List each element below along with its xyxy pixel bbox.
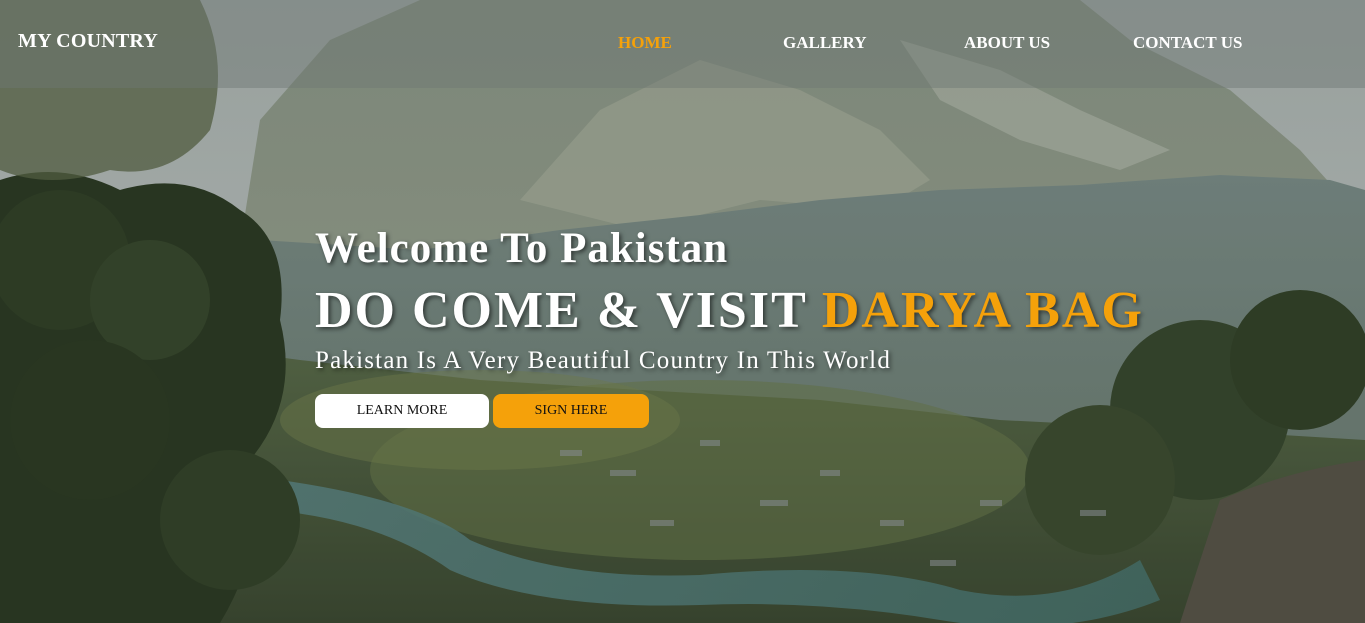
nav-link-home[interactable]: HOME: [618, 33, 672, 53]
nav-link-contact-us[interactable]: CONTACT US: [1133, 33, 1242, 53]
brand-logo[interactable]: MY COUNTRY: [18, 30, 158, 53]
hero-headline-highlight: DARYA BAG: [821, 282, 1144, 339]
sign-here-button[interactable]: SIGN HERE: [493, 394, 649, 428]
hero-text-block: Welcome To Pakistan DO COME & VISIT DARY…: [315, 222, 1144, 376]
learn-more-button[interactable]: LEARN MORE: [315, 394, 489, 428]
navbar: MY COUNTRY HOME GALLERY ABOUT US CONTACT…: [0, 0, 1365, 88]
hero-welcome-heading: Welcome To Pakistan: [315, 225, 729, 272]
nav-link-gallery[interactable]: GALLERY: [783, 33, 866, 53]
nav-link-about-us[interactable]: ABOUT US: [964, 33, 1050, 53]
hero-headline: DO COME & VISIT DARYA BAG: [315, 282, 1144, 340]
hero-headline-prefix: DO COME & VISIT: [315, 282, 807, 339]
hero-tagline: Pakistan Is A Very Beautiful Country In …: [315, 347, 892, 374]
